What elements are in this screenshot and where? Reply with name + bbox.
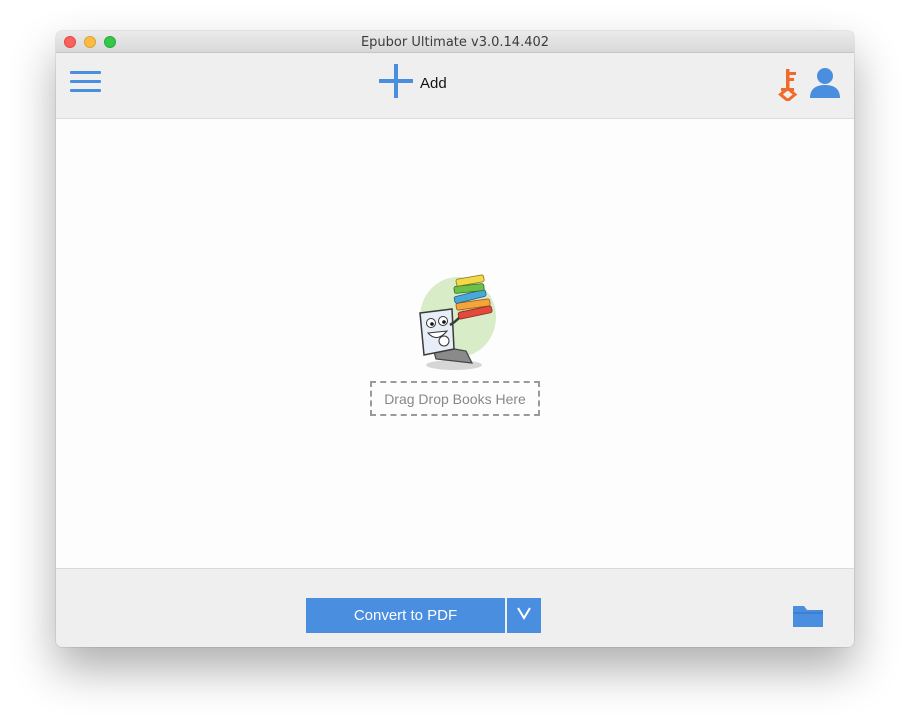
hamburger-menu-icon[interactable] (70, 69, 102, 95)
app-window: Epubor Ultimate v3.0.14.402 Add Drag Dro… (56, 31, 854, 647)
folder-icon[interactable] (792, 603, 824, 629)
footer-bar: Convert to PDF (56, 569, 854, 647)
toolbar: Add (56, 53, 854, 119)
convert-format-dropdown[interactable] (507, 598, 541, 633)
book-list-area[interactable]: Drag Drop Books Here (56, 119, 854, 569)
laptop-books-mascot-illustration (414, 273, 500, 373)
plus-icon (378, 63, 414, 104)
window-title: Epubor Ultimate v3.0.14.402 (360, 35, 550, 50)
title-bar[interactable]: Epubor Ultimate v3.0.14.402 (56, 31, 854, 53)
convert-button[interactable]: Convert to PDF (306, 598, 505, 633)
chevron-down-icon (516, 606, 532, 625)
user-icon[interactable] (808, 67, 842, 99)
convert-button-group: Convert to PDF (306, 598, 541, 633)
add-button[interactable]: Add (378, 63, 447, 104)
key-icon[interactable] (778, 67, 800, 103)
add-label: Add (420, 74, 447, 92)
drag-drop-zone[interactable]: Drag Drop Books Here (370, 381, 540, 416)
